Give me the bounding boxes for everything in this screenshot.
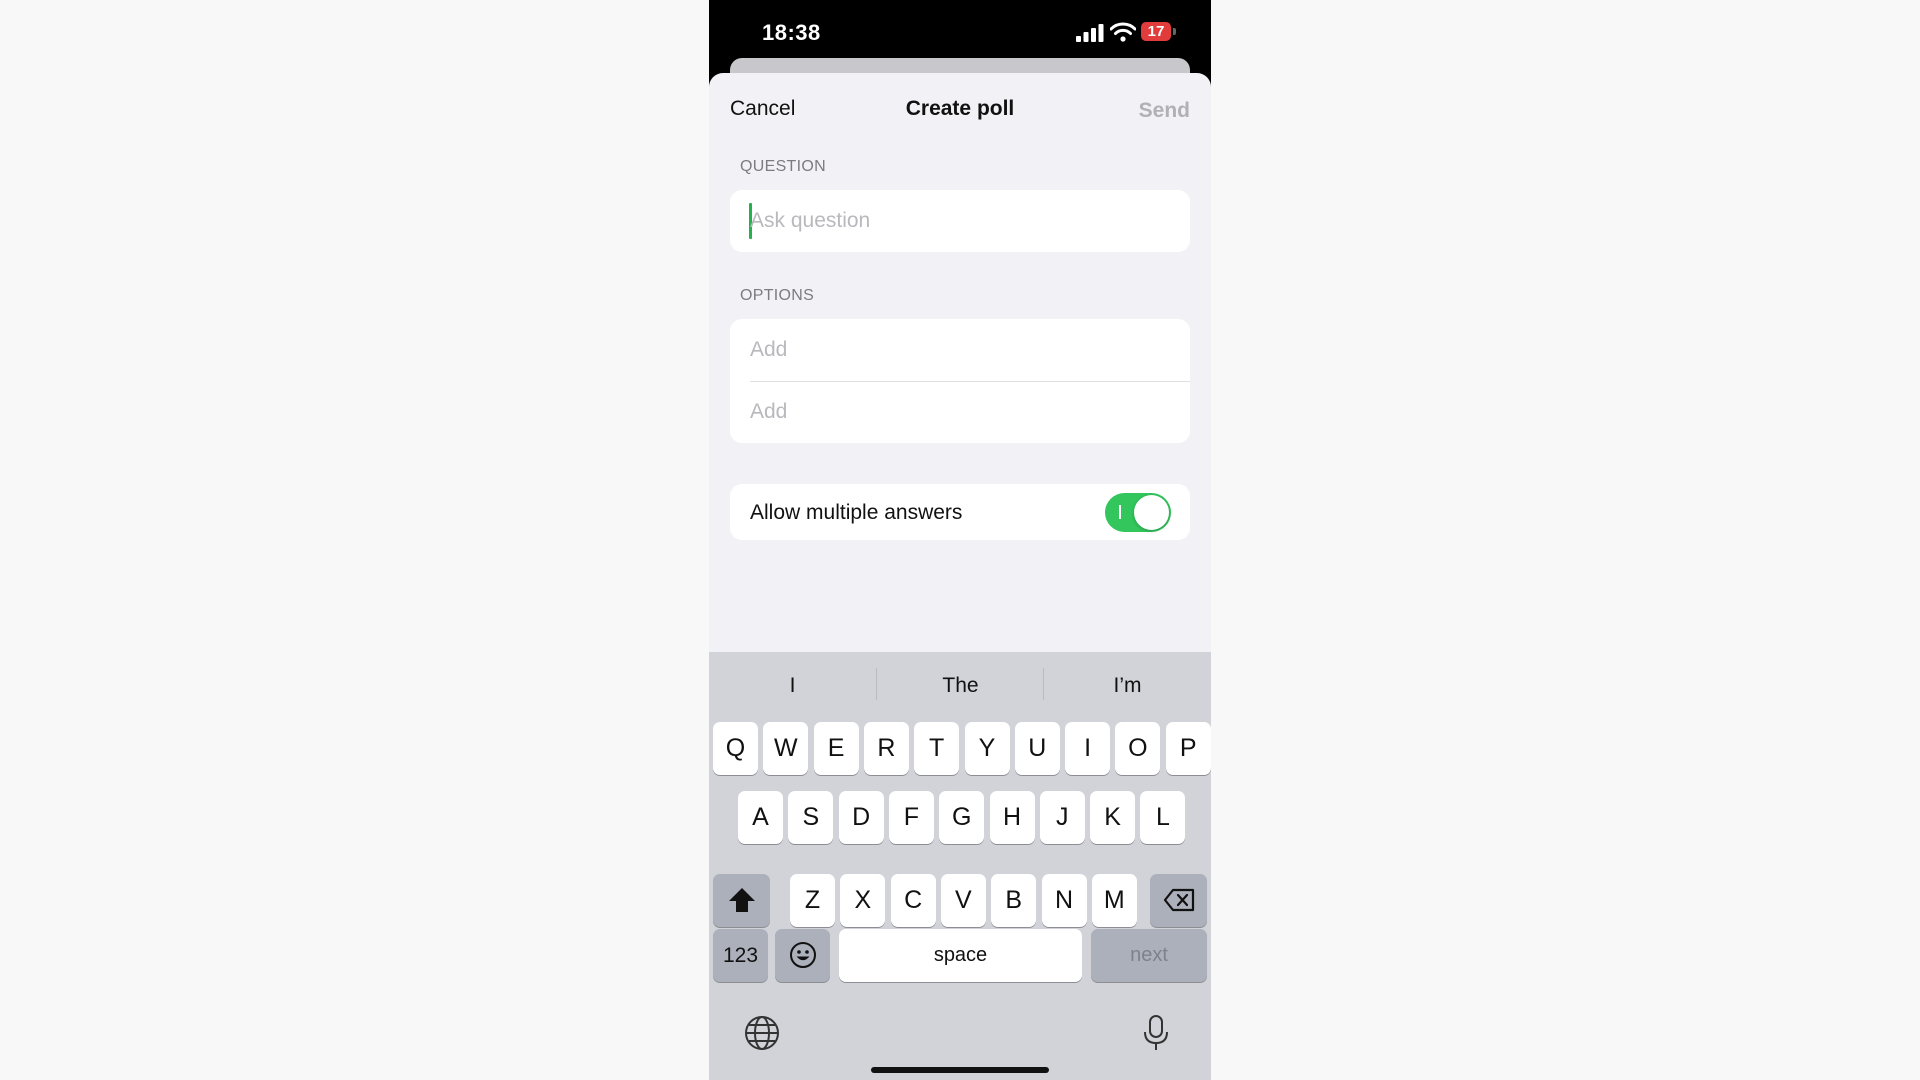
key-label: K [1104, 803, 1121, 831]
key-label: L [1155, 803, 1170, 831]
status-bar: 18:38 17 [709, 0, 1211, 66]
next-key-label: next [1130, 944, 1168, 966]
key-x[interactable]: X [840, 874, 886, 927]
key-k[interactable]: K [1090, 791, 1136, 844]
key-w[interactable]: W [763, 722, 809, 775]
question-placeholder: Ask question [750, 209, 871, 232]
wifi-icon [1110, 22, 1136, 42]
key-f[interactable]: F [888, 791, 934, 844]
home-indicator [871, 1067, 1049, 1073]
key-j[interactable]: J [1039, 791, 1085, 844]
options-section-label: OPTIONS [740, 287, 815, 304]
key-label: A [752, 803, 769, 831]
toggle-on-mark [1119, 505, 1121, 519]
emoji-icon [789, 942, 816, 968]
question-section-label: QUESTION [740, 158, 826, 175]
multiple-answers-row: Allow multiple answers [730, 484, 1190, 540]
key-s[interactable]: S [788, 791, 834, 844]
numbers-key-label: 123 [722, 944, 759, 967]
status-time: 18:38 [762, 20, 821, 45]
send-button[interactable]: Send [1139, 99, 1190, 123]
key-label: P [1179, 734, 1197, 762]
question-input[interactable]: Ask question [730, 190, 1190, 252]
shift-icon [728, 888, 755, 912]
key-label: F [903, 803, 920, 831]
phone-screen: 18:38 17 Create poll Cancel Send QUESTIO… [709, 0, 1211, 1080]
space-key[interactable]: space [839, 929, 1082, 982]
next-key[interactable]: next [1091, 929, 1207, 982]
toggle-knob [1134, 495, 1169, 530]
key-label: W [773, 734, 798, 762]
key-y[interactable]: Y [964, 722, 1010, 775]
key-z[interactable]: Z [790, 874, 835, 927]
microphone-icon[interactable] [1141, 1014, 1171, 1052]
key-label: B [1005, 886, 1023, 914]
key-label: Y [978, 734, 996, 762]
options-list: Add Add [730, 319, 1190, 443]
key-label: R [877, 734, 896, 762]
key-u[interactable]: U [1014, 722, 1060, 775]
key-label: C [904, 886, 923, 914]
key-label: M [1103, 886, 1125, 914]
backspace-icon [1163, 888, 1194, 912]
key-a[interactable]: A [738, 791, 783, 844]
multiple-answers-toggle[interactable] [1105, 493, 1171, 532]
key-label: T [929, 734, 945, 762]
key-label: H [1002, 803, 1022, 831]
space-key-label: space [933, 944, 988, 966]
key-label: Z [804, 886, 821, 914]
battery-icon: 17 [1141, 22, 1177, 42]
key-p[interactable]: P [1165, 722, 1211, 775]
shift-key[interactable] [713, 874, 770, 927]
key-label: N [1054, 886, 1074, 914]
battery-level: 17 [1141, 22, 1171, 41]
option-input-2[interactable]: Add [750, 400, 787, 424]
key-label: O [1128, 734, 1148, 762]
emoji-key[interactable] [775, 929, 830, 982]
key-h[interactable]: H [989, 791, 1035, 844]
key-label: D [852, 803, 871, 831]
options-divider [750, 381, 1190, 382]
suggestion-3[interactable]: I’m [1044, 674, 1211, 698]
key-label: Q [725, 734, 746, 762]
key-label: X [854, 886, 872, 914]
numbers-key[interactable]: 123 [713, 929, 768, 982]
key-n[interactable]: N [1041, 874, 1087, 927]
key-l[interactable]: L [1140, 791, 1186, 844]
cancel-button[interactable]: Cancel [730, 97, 795, 121]
key-b[interactable]: B [991, 874, 1037, 927]
cellular-signal-icon [1076, 24, 1104, 42]
key-v[interactable]: V [940, 874, 986, 927]
key-t[interactable]: T [914, 722, 960, 775]
key-label: U [1028, 734, 1047, 762]
key-d[interactable]: D [838, 791, 884, 844]
backspace-key[interactable] [1150, 874, 1207, 927]
key-q[interactable]: Q [713, 722, 758, 775]
key-label: V [955, 886, 972, 914]
option-input-1[interactable]: Add [750, 338, 787, 362]
key-m[interactable]: M [1091, 874, 1137, 927]
multiple-answers-label: Allow multiple answers [750, 501, 963, 524]
globe-icon[interactable] [744, 1015, 780, 1051]
key-o[interactable]: O [1115, 722, 1161, 775]
key-e[interactable]: E [813, 722, 859, 775]
keyboard: I The I’m QW E R T Y U I O P A S D F G H J K L Z X C V B N M 1… [709, 652, 1211, 1080]
suggestion-2[interactable]: The [877, 674, 1044, 698]
key-label: G [951, 803, 972, 831]
key-label: S [802, 803, 820, 831]
key-label: I [1084, 734, 1092, 762]
key-i[interactable]: I [1065, 722, 1111, 775]
suggestion-1[interactable]: I [709, 674, 876, 698]
key-r[interactable]: R [863, 722, 909, 775]
key-label: E [827, 734, 845, 762]
key-c[interactable]: C [890, 874, 936, 927]
key-g[interactable]: G [939, 791, 985, 844]
key-label: J [1056, 803, 1069, 831]
